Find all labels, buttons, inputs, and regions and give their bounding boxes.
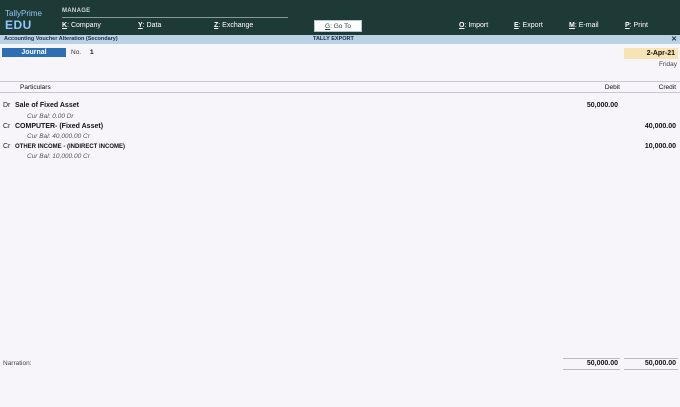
total-credit-bottom-line [624, 369, 678, 370]
brand-edition: EDU [5, 18, 32, 32]
menu-export-label: : Export [518, 22, 543, 29]
voucher-day: Friday [658, 61, 677, 68]
close-icon[interactable]: ✕ [671, 35, 677, 43]
screen-title: Accounting Voucher Alteration (Secondary… [4, 36, 118, 42]
menu-print-label: : Print [629, 22, 648, 29]
entry-3-credit[interactable]: 10,000.00 [617, 143, 676, 150]
menu-data-label: : Data [142, 22, 162, 29]
top-menu-bar: TallyPrime EDU MANAGE K: Company Y: Data… [0, 0, 680, 35]
column-header-particulars: Particulars [20, 84, 51, 91]
total-debit: 50,000.00 [586, 360, 618, 367]
total-debit-bottom-line [563, 369, 620, 370]
voucher-no-value[interactable]: 1 [90, 49, 94, 56]
entry-2-credit[interactable]: 40,000.00 [617, 123, 676, 130]
menu-import[interactable]: O: Import [459, 22, 488, 29]
menu-print[interactable]: P: Print [625, 22, 648, 29]
menu-data[interactable]: Y: Data [138, 22, 161, 29]
narration-label: Narration: [3, 360, 32, 367]
voucher-title-bar: Accounting Voucher Alteration (Secondary… [0, 35, 680, 44]
voucher-date-field[interactable]: 2-Apr-21 [624, 48, 678, 59]
entry-2-drcr[interactable]: Cr [3, 123, 10, 130]
menu-import-label: : Import [464, 22, 489, 29]
menu-export[interactable]: E: Export [514, 22, 543, 29]
entry-2-cur-bal: Cur Bal: 40,000.00 Cr [27, 133, 90, 140]
header-bottom-divider [0, 92, 680, 93]
entry-1-drcr[interactable]: Dr [3, 102, 10, 109]
goto-button[interactable]: G: Go To [314, 20, 362, 32]
total-debit-top-line [563, 358, 620, 359]
entry-1-cur-bal: Cur Bal: 0.00 Dr [27, 113, 74, 120]
entry-2-ledger[interactable]: COMPUTER- (Fixed Asset) [15, 123, 103, 130]
menu-exchange-label: : Exchange [218, 22, 254, 29]
company-name: TALLY EXPORT [313, 36, 354, 42]
menu-company[interactable]: K: Company [62, 22, 101, 29]
column-header-credit: Credit [658, 84, 676, 91]
entry-3-drcr[interactable]: Cr [3, 143, 10, 150]
menu-company-label: : Company [67, 22, 101, 29]
entry-3-cur-bal: Cur Bal: 10,000.00 Cr [27, 153, 90, 160]
menu-email[interactable]: M: E-mail [569, 22, 599, 29]
manage-underline [62, 17, 288, 18]
column-header-debit: Debit [604, 84, 620, 91]
voucher-no-label: No. [71, 49, 82, 56]
menu-exchange[interactable]: Z: Exchange [214, 22, 253, 29]
header-top-divider [0, 81, 680, 82]
voucher-type-field[interactable]: Journal [2, 48, 66, 57]
total-credit: 50,000.00 [644, 360, 676, 367]
brand-name: TallyPrime [5, 9, 42, 18]
entry-1-debit[interactable]: 50,000.00 [560, 102, 618, 109]
goto-label: : Go To [330, 23, 351, 30]
entry-1-ledger[interactable]: Sale of Fixed Asset [15, 102, 79, 109]
entry-3-ledger[interactable]: OTHER INCOME - (INDIRECT INCOME) [15, 144, 125, 150]
menu-email-label: : E-mail [574, 22, 599, 29]
manage-section-label: MANAGE [62, 8, 91, 14]
total-credit-top-line [624, 358, 678, 359]
